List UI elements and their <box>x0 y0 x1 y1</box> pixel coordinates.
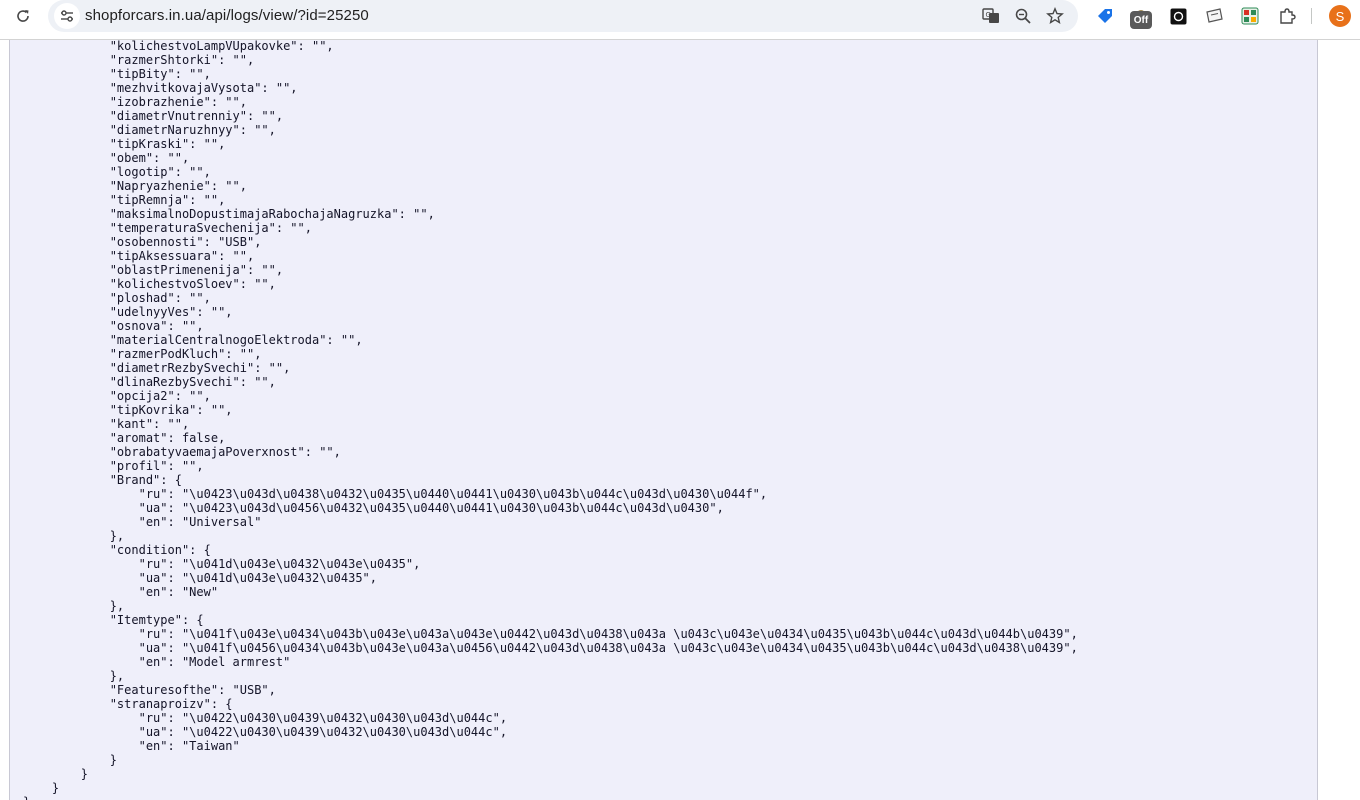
log-line: "opcija2": "", <box>23 389 211 403</box>
log-line: "osobennosti": "USB", <box>23 235 262 249</box>
translate-icon[interactable]: G <box>980 5 1002 27</box>
log-line: "diametrVnutrenniy": "", <box>23 109 284 123</box>
log-line: "en": "Model armrest" <box>23 655 291 669</box>
log-line: "tipAksessuara": "", <box>23 249 255 263</box>
log-line: }, <box>23 529 125 543</box>
log-viewer-panel: "kolichestvoLampVUpakovke": "", "razmerS… <box>9 40 1318 800</box>
log-line: "ru": "\u041d\u043e\u0432\u043e\u0435", <box>23 557 421 571</box>
dark-extension-icon[interactable] <box>1167 5 1189 27</box>
log-line: "ru": "\u041f\u043e\u0434\u043b\u043e\u0… <box>23 627 1078 641</box>
toolbar-divider <box>1311 8 1312 24</box>
extension-off-badge: Off <box>1130 11 1152 29</box>
log-line: "ua": "\u0422\u0430\u0439\u0432\u0430\u0… <box>23 725 508 739</box>
site-info-icon[interactable] <box>54 3 80 29</box>
log-line: "ru": "\u0422\u0430\u0439\u0432\u0430\u0… <box>23 711 508 725</box>
reload-icon[interactable] <box>12 5 34 27</box>
address-bar[interactable]: shopforcars.in.ua/api/logs/view/?id=2525… <box>48 0 1078 32</box>
log-line: "razmerShtorki": "", <box>23 53 255 67</box>
log-line: "udelnyyVes": "", <box>23 305 233 319</box>
log-line: "Featuresofthe": "USB", <box>23 683 276 697</box>
log-line: "tipBity": "", <box>23 67 211 81</box>
log-line: "razmerPodKluch": "", <box>23 347 262 361</box>
log-line: "en": "Taiwan" <box>23 739 240 753</box>
star-icon[interactable] <box>1044 5 1066 27</box>
log-line: "materialCentralnogoElektroda": "", <box>23 333 363 347</box>
log-line: "diametrRezbySvechi": "", <box>23 361 291 375</box>
log-line: "en": "Universal" <box>23 515 262 529</box>
log-line: "en": "New" <box>23 585 219 599</box>
log-line: "diametrNaruzhnyy": "", <box>23 123 276 137</box>
log-line: "kant": "", <box>23 417 190 431</box>
log-line: "obem": "", <box>23 151 190 165</box>
tag-icon <box>1098 9 1112 23</box>
log-line: "temperaturaSvechenija": "", <box>23 221 312 235</box>
log-line: "mezhvitkovajaVysota": "", <box>23 81 298 95</box>
translate-icon-glyph: G <box>982 8 999 23</box>
zoom-icon[interactable] <box>1012 5 1034 27</box>
log-line: "Itemtype": { <box>23 613 204 627</box>
log-line: }, <box>23 599 125 613</box>
log-line: "Brand": { <box>23 473 182 487</box>
log-line: } <box>23 753 117 767</box>
log-line: "condition": { <box>23 543 211 557</box>
tag-extension-icon[interactable] <box>1094 5 1116 27</box>
log-line: "ploshad": "", <box>23 291 211 305</box>
log-line: "tipKraski": "", <box>23 137 226 151</box>
page-content: "kolichestvoLampVUpakovke": "", "razmerS… <box>0 40 1360 800</box>
log-line: "ru": "\u0423\u043d\u0438\u0432\u0435\u0… <box>23 487 768 501</box>
tune-icon <box>61 10 73 22</box>
grid-icon <box>1241 7 1259 25</box>
log-line: "ua": "\u041d\u043e\u0432\u0435", <box>23 571 378 585</box>
browser-toolbar: shopforcars.in.ua/api/logs/view/?id=2525… <box>0 0 1360 33</box>
log-line: "logotip": "", <box>23 165 211 179</box>
log-line: "tipRemnja": "", <box>23 193 226 207</box>
log-line: } <box>23 781 60 795</box>
log-line: "dlinaRezbySvechi": "", <box>23 375 276 389</box>
log-line: "kolichestvoSloev": "", <box>23 277 276 291</box>
log-line: "izobrazhenie": "", <box>23 95 247 109</box>
log-line: "obrabatyvaemajaPoverxnost": "", <box>23 445 341 459</box>
log-line: "ua": "\u041f\u0456\u0434\u043b\u043e\u0… <box>23 641 1078 655</box>
log-line: "stranaproizv": { <box>23 697 233 711</box>
json-log-output: "kolichestvoLampVUpakovke": "", "razmerS… <box>23 40 1078 800</box>
log-line: } <box>23 767 89 781</box>
sheet-extension-icon[interactable] <box>1239 5 1261 27</box>
url-text[interactable]: shopforcars.in.ua/api/logs/view/?id=2525… <box>85 7 369 24</box>
log-line: "tipKovrika": "", <box>23 403 233 417</box>
log-line: "profil": "", <box>23 459 204 473</box>
zoom-icon-glyph <box>1015 8 1031 24</box>
log-line: }, <box>23 669 125 683</box>
square-logo-icon <box>1170 8 1186 24</box>
log-line: } <box>23 795 30 800</box>
log-line: "kolichestvoLampVUpakovke": "", <box>23 40 334 53</box>
log-line: "Napryazhenie": "", <box>23 179 247 193</box>
puzzle-icon-glyph <box>1280 8 1296 24</box>
puzzle-icon[interactable] <box>1276 5 1298 27</box>
ticket-icon <box>1206 8 1223 23</box>
profile-avatar[interactable]: S <box>1329 5 1351 27</box>
log-line: "oblastPrimenenija": "", <box>23 263 284 277</box>
svg-text:G: G <box>986 11 991 19</box>
ticket-extension-icon[interactable] <box>1203 5 1225 27</box>
log-line: "osnova": "", <box>23 319 204 333</box>
log-line: "maksimalnoDopustimajaRabochajaNagruzka"… <box>23 207 435 221</box>
star-icon-glyph <box>1046 7 1064 24</box>
reload-icon-glyph <box>17 10 29 22</box>
log-line: "ua": "\u0423\u043d\u0456\u0432\u0435\u0… <box>23 501 724 515</box>
log-line: "aromat": false, <box>23 431 226 445</box>
